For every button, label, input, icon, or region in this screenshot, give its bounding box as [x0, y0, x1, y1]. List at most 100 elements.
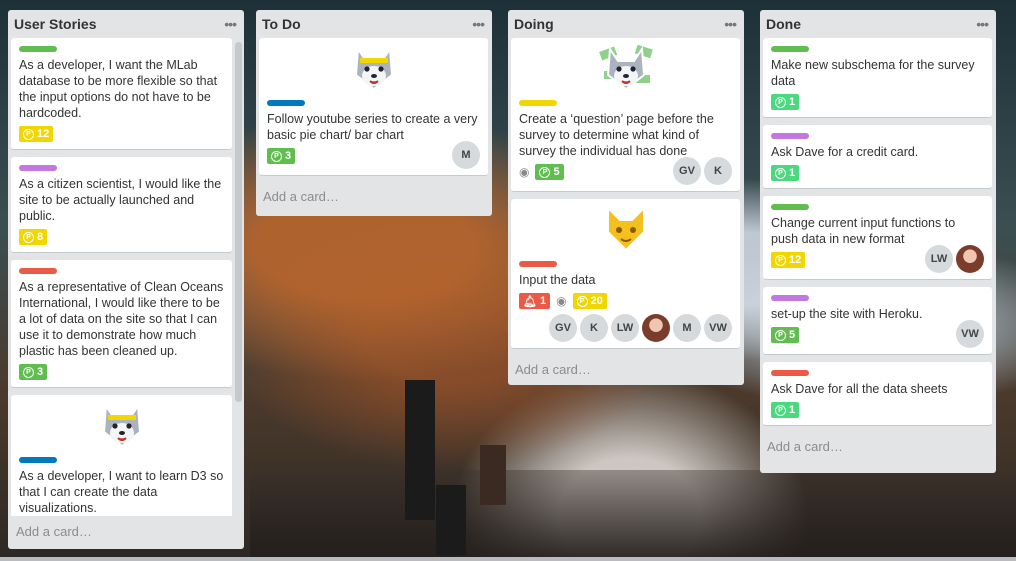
- list-header[interactable]: To Do •••: [259, 10, 492, 38]
- list-header[interactable]: User Stories •••: [11, 10, 244, 38]
- p-icon: P: [23, 128, 34, 140]
- card[interactable]: Change current input functions to push d…: [763, 196, 992, 280]
- list-scrollbar[interactable]: [235, 42, 242, 402]
- card-title: Follow youtube series to create a very b…: [267, 112, 478, 142]
- horizontal-scrollbar[interactable]: [0, 557, 1016, 561]
- list-header[interactable]: Doing •••: [511, 10, 744, 38]
- eye-icon: ◉: [556, 294, 567, 308]
- list-title[interactable]: User Stories: [14, 16, 96, 32]
- add-card-button[interactable]: Add a card…: [259, 183, 492, 212]
- card-title: Input the data: [519, 273, 596, 287]
- card[interactable]: As a representative of Clean Oceans Inte…: [11, 260, 232, 388]
- p-icon: P: [271, 150, 282, 162]
- background-signpost: [436, 485, 466, 555]
- card[interactable]: Ask Dave for all the data sheets P 1: [763, 362, 992, 426]
- card-title: As a citizen scientist, I would like the…: [19, 177, 222, 223]
- p-icon: P: [23, 366, 34, 378]
- card-badges: P1: [771, 401, 984, 419]
- list-header[interactable]: Done •••: [763, 10, 996, 38]
- card-title: As a developer, I want the MLab database…: [19, 58, 218, 120]
- card-label-red[interactable]: [19, 268, 57, 274]
- member-avatar[interactable]: LW: [925, 245, 953, 273]
- member-avatar[interactable]: [956, 245, 984, 273]
- list-doing: Doing ••• Create a ‘question’ page before …: [508, 10, 744, 385]
- card[interactable]: As a citizen scientist, I would like the…: [11, 157, 232, 253]
- card[interactable]: Create a ‘question’ page before the surv…: [511, 38, 740, 192]
- card-list: Follow youtube series to create a very b…: [259, 38, 492, 176]
- background-signpost: [480, 445, 506, 505]
- card[interactable]: Make new subschema for the survey data P 1: [763, 38, 992, 118]
- p-icon: P: [775, 404, 786, 416]
- card[interactable]: Ask Dave for a credit card. P 1: [763, 125, 992, 189]
- card-label-yellow[interactable]: [519, 100, 557, 106]
- list-title[interactable]: Doing: [514, 16, 554, 32]
- card-title: Ask Dave for all the data sheets: [771, 382, 948, 396]
- card-label-green[interactable]: [771, 204, 809, 210]
- bell-icon: 🔔︎: [523, 295, 537, 308]
- member-avatar[interactable]: K: [580, 314, 608, 342]
- more-menu-icon[interactable]: •••: [472, 16, 485, 32]
- husky-sticker-icon: [19, 395, 224, 453]
- card-list: As a developer, I want the MLab database…: [11, 38, 244, 516]
- card-badges: 🔔︎ 1 ◉ P 20: [519, 292, 732, 310]
- points-badge: P1: [771, 165, 800, 181]
- p-icon: P: [576, 295, 588, 307]
- card-list: Make new subschema for the survey data P 1…: [763, 38, 996, 426]
- points-badge: P 12: [19, 126, 54, 142]
- more-menu-icon[interactable]: •••: [224, 16, 237, 32]
- points-badge: P3: [267, 148, 296, 164]
- card-label-red[interactable]: [519, 261, 557, 267]
- member-avatar[interactable]: M: [673, 314, 701, 342]
- add-card-button[interactable]: Add a card…: [12, 518, 96, 547]
- p-icon: P: [775, 96, 786, 108]
- points-badge: P 12: [771, 252, 806, 268]
- card-title: Change current input functions to push d…: [771, 216, 956, 246]
- background-signpost: [405, 380, 435, 520]
- card-badges: P 12: [19, 125, 224, 143]
- member-avatar[interactable]: [642, 314, 670, 342]
- points-badge: P5: [771, 327, 800, 343]
- member-avatar[interactable]: GV: [673, 157, 701, 185]
- list-title[interactable]: Done: [766, 16, 801, 32]
- member-avatar[interactable]: VW: [956, 320, 984, 348]
- add-card-button[interactable]: Add a card…: [763, 433, 996, 462]
- husky-sticker-icon: [267, 38, 480, 96]
- card-label-purple[interactable]: [19, 165, 57, 171]
- p-icon: P: [775, 254, 786, 266]
- member-avatar[interactable]: GV: [549, 314, 577, 342]
- p-icon: P: [539, 166, 551, 178]
- card[interactable]: As a developer, I want the MLab database…: [11, 38, 232, 150]
- card[interactable]: Follow youtube series to create a very b…: [259, 38, 488, 176]
- card[interactable]: As a developer, I want to learn D3 so th…: [11, 395, 232, 516]
- card-label-purple[interactable]: [771, 133, 809, 139]
- p-icon: P: [775, 329, 786, 341]
- list-done: Done ••• Make new subschema for the survey…: [760, 10, 996, 473]
- card-label-red[interactable]: [771, 370, 809, 376]
- card-label-blue[interactable]: [19, 457, 57, 463]
- card[interactable]: set-up the site with Heroku. P 5 VW: [763, 287, 992, 355]
- more-menu-icon[interactable]: •••: [976, 16, 989, 32]
- member-avatar[interactable]: K: [704, 157, 732, 185]
- card-members: M: [267, 141, 480, 169]
- list-to-do: To Do ••• Follow youtube series to create …: [256, 10, 492, 216]
- husky-money-sticker-icon: [519, 38, 732, 96]
- card[interactable]: Input the data 🔔︎ 1 ◉ P 20 GV K LW M VW: [511, 199, 740, 349]
- points-badge: P1: [771, 402, 800, 418]
- background-photo: [250, 470, 1016, 561]
- member-avatar[interactable]: M: [452, 141, 480, 169]
- card-label-blue[interactable]: [267, 100, 305, 106]
- member-avatar[interactable]: LW: [611, 314, 639, 342]
- points-badge: P5: [535, 164, 564, 180]
- member-avatar[interactable]: VW: [704, 314, 732, 342]
- list-title[interactable]: To Do: [262, 16, 301, 32]
- card-title: Make new subschema for the survey data: [771, 58, 975, 88]
- card-title: Create a ‘question’ page before the surv…: [519, 112, 714, 158]
- p-icon: P: [23, 231, 34, 243]
- card-members: VW: [771, 320, 984, 348]
- card-label-green[interactable]: [771, 46, 809, 52]
- card-title: As a representative of Clean Oceans Inte…: [19, 280, 224, 358]
- more-menu-icon[interactable]: •••: [724, 16, 737, 32]
- card-label-purple[interactable]: [771, 295, 809, 301]
- card-label-green[interactable]: [19, 46, 57, 52]
- add-card-button[interactable]: Add a card…: [511, 356, 744, 385]
